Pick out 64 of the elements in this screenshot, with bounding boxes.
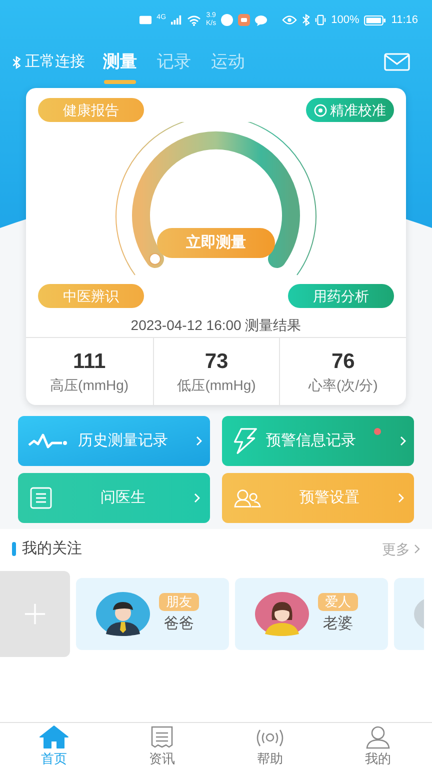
nav-tab[interactable]: 记录 xyxy=(157,42,191,82)
shortcut-button[interactable]: 问医生 xyxy=(18,473,210,523)
list-icon xyxy=(30,487,52,509)
eye-icon xyxy=(282,15,298,25)
person-name: 爸爸 xyxy=(164,614,194,634)
connection-status: 正常连接 xyxy=(25,52,85,72)
message-app-icon xyxy=(238,14,250,26)
nav-tab[interactable]: 我的 xyxy=(324,723,432,768)
signal-icon xyxy=(171,15,182,25)
app-icon xyxy=(221,14,234,26)
avatar-figure xyxy=(255,592,309,636)
nav-tab[interactable]: 帮助 xyxy=(216,723,324,768)
nav-tab[interactable]: 运动 xyxy=(211,42,245,82)
shortcut-button[interactable]: 预警信息记录 xyxy=(222,416,414,466)
add-button[interactable] xyxy=(0,571,70,657)
nav-tab[interactable]: 首页 xyxy=(0,723,108,768)
battery-percent: 100% xyxy=(331,12,360,28)
result-caption: 2023-04-12 16:00 测量结果 xyxy=(130,316,302,335)
chevron-icon xyxy=(398,493,404,503)
wifi-icon xyxy=(187,14,202,26)
vibrate-icon xyxy=(315,14,326,26)
health-report-button[interactable]: 健康报告 xyxy=(38,98,144,122)
tcm-button[interactable]: 中医辨识 xyxy=(38,284,144,308)
pulse-icon xyxy=(28,433,70,449)
receipt-icon xyxy=(150,725,174,749)
bluetooth-icon xyxy=(12,56,21,68)
person-card[interactable]: 爱人 老婆 xyxy=(235,578,388,650)
person-card[interactable] xyxy=(394,578,424,650)
calibrate-button[interactable]: 精准校准 xyxy=(306,98,394,122)
person-icon xyxy=(366,725,390,749)
more-link[interactable]: 更多 xyxy=(382,538,420,560)
shortcut-button[interactable]: 预警设置 xyxy=(222,473,414,523)
reading-value: 73 xyxy=(204,348,228,374)
chevron-icon xyxy=(194,493,200,503)
shortcut-button[interactable]: 历史测量记录 xyxy=(18,416,210,466)
signal-broadcast-icon xyxy=(255,727,285,749)
chevron-icon xyxy=(196,436,202,446)
battery-icon xyxy=(364,14,386,26)
plus-icon xyxy=(24,603,46,625)
section-title: 我的关注 xyxy=(22,538,82,559)
relation-tag: 朋友 xyxy=(159,592,199,611)
mail-icon[interactable] xyxy=(384,53,410,71)
reading-label: 心率(次/分) xyxy=(308,376,378,394)
reading-value: 76 xyxy=(331,348,355,374)
relation-tag: 爱人 xyxy=(318,592,358,611)
target-icon xyxy=(314,104,327,116)
avatar-figure xyxy=(96,592,150,636)
chevron-icon xyxy=(414,544,420,554)
chat-icon xyxy=(255,14,268,26)
chevron-icon xyxy=(400,436,406,446)
people-icon xyxy=(234,488,261,508)
nav-tab[interactable]: 资讯 xyxy=(108,723,216,768)
status-time: 11:16 xyxy=(391,12,418,28)
reading-label: 高压(mmHg) xyxy=(50,376,129,394)
reading-value: 111 xyxy=(72,348,106,374)
lightning-icon xyxy=(232,427,258,455)
reading-label: 低压(mmHg) xyxy=(177,376,256,394)
medication-button[interactable]: 用药分析 xyxy=(288,284,394,308)
bluetooth-icon xyxy=(302,14,310,26)
measure-now-button[interactable]: 立即测量 xyxy=(157,228,275,258)
home-icon xyxy=(39,725,69,749)
nav-tab[interactable]: 测量 xyxy=(103,42,137,82)
person-card[interactable]: 朋友 爸爸 xyxy=(76,578,229,650)
person-name: 老婆 xyxy=(323,614,353,634)
